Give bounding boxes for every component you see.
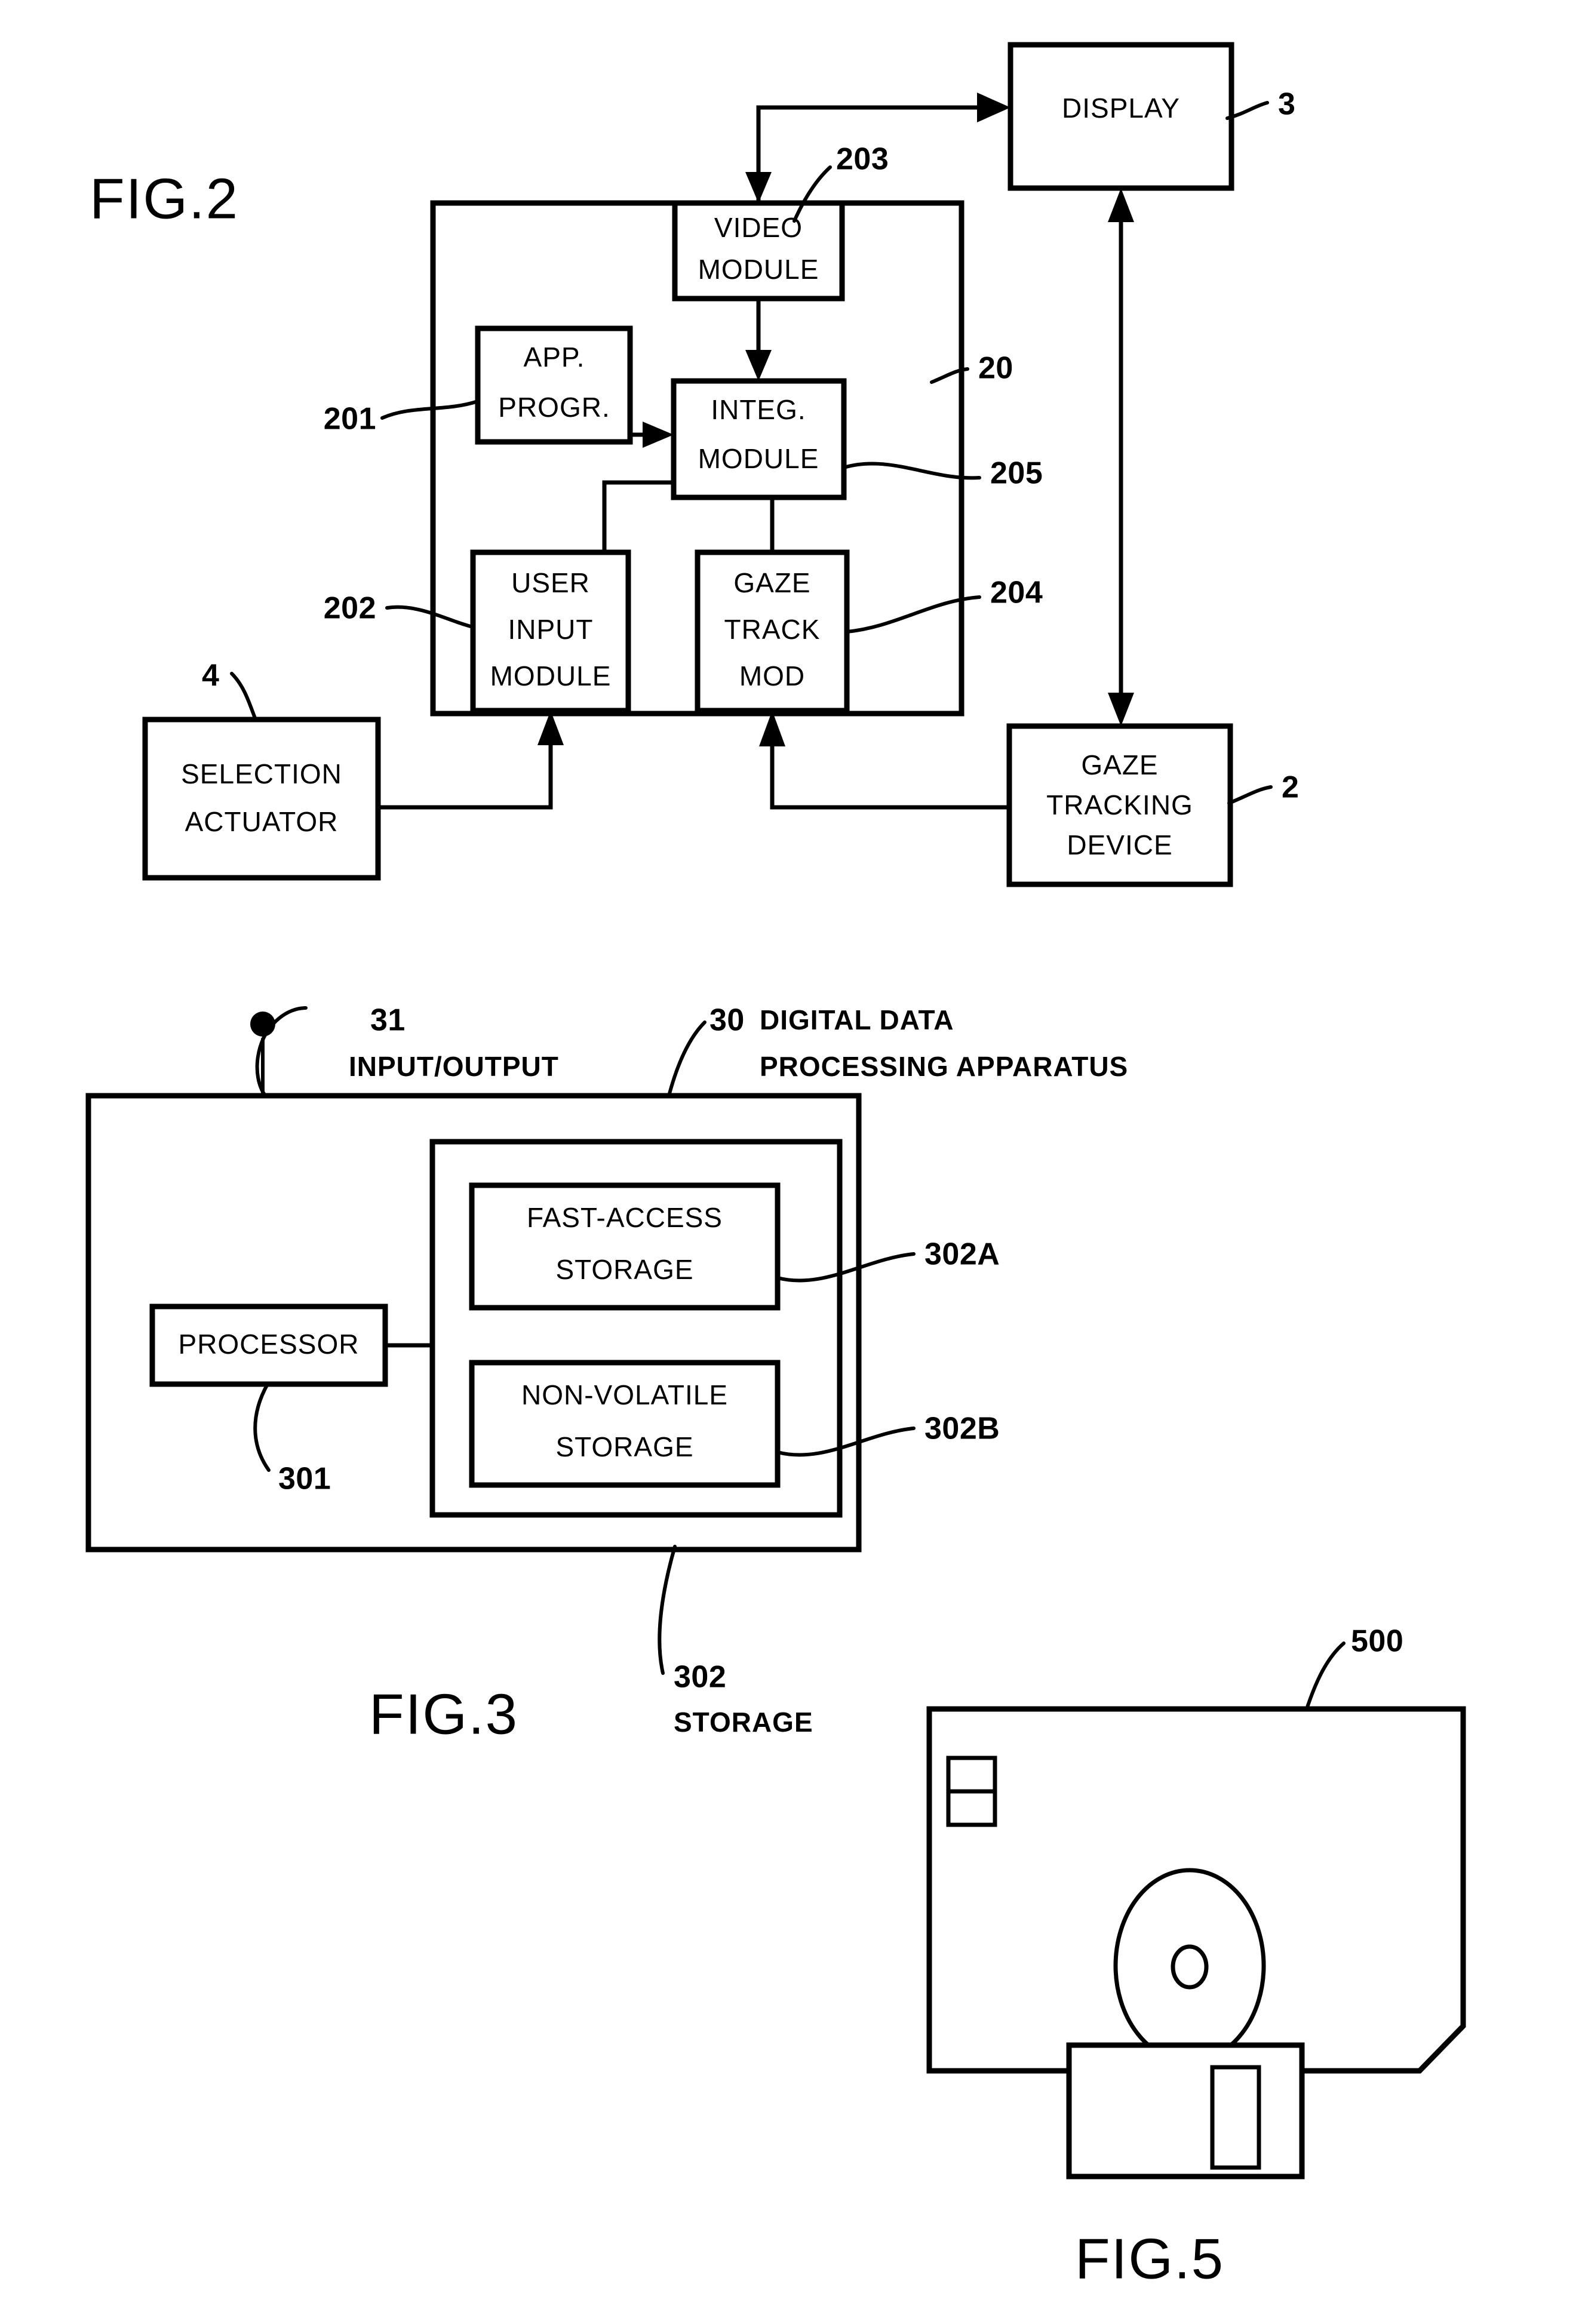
- apparatus-caption-1: DIGITAL DATA: [760, 1004, 954, 1035]
- ref-500-leader: [1305, 1641, 1346, 1711]
- ref-203: 203: [836, 142, 889, 177]
- ref-202: 202: [324, 591, 376, 626]
- shutter: [1066, 2042, 1305, 2179]
- input-output-caption: INPUT/OUTPUT: [349, 1051, 559, 1082]
- user-input-label-3: MODULE: [490, 660, 612, 691]
- non-volatile-label-1: NON-VOLATILE: [521, 1379, 728, 1410]
- gaze-device-label-3: DEVICE: [1067, 829, 1172, 860]
- display-device-arrow-up: [1108, 188, 1134, 222]
- user-input-label-2: INPUT: [508, 614, 594, 645]
- ref-302: 302: [674, 1660, 726, 1695]
- video-module-label-1: VIDEO: [714, 212, 803, 243]
- ref-4-leader: [230, 672, 257, 721]
- gaze-track-label-3: MOD: [739, 660, 805, 691]
- figure-5-group: 500 FIG.5: [926, 1624, 1466, 2291]
- figure-3-group: 31 INPUT/OUTPUT 30 DIGITAL DATA PROCESSI…: [85, 1003, 1128, 1746]
- video-module-label-2: MODULE: [698, 254, 819, 285]
- app-progr-label-2: PROGR.: [498, 392, 610, 423]
- video-to-display-arrowhead: [977, 93, 1010, 122]
- fig3-caption: FIG.3: [369, 1682, 518, 1746]
- processor-label: PROCESSOR: [179, 1329, 360, 1360]
- shutter-window: [1210, 2065, 1261, 2170]
- selection-actuator-label-2: ACTUATOR: [185, 806, 339, 837]
- ref-30-leader: [667, 1020, 707, 1098]
- ref-204: 204: [990, 576, 1043, 610]
- ref-30: 30: [709, 1003, 745, 1038]
- selection-actuator-label-1: SELECTION: [181, 758, 342, 789]
- ref-2-leader: [1227, 785, 1273, 805]
- ref-301: 301: [278, 1462, 331, 1496]
- ref-205: 205: [990, 456, 1043, 491]
- fig2-caption: FIG.2: [90, 167, 239, 230]
- integ-module-label-1: INTEG.: [711, 394, 806, 425]
- ref-20: 20: [978, 351, 1013, 386]
- write-protect-tab-lower: [946, 1789, 997, 1827]
- fast-access-label-2: STORAGE: [555, 1254, 693, 1285]
- write-protect-tab-upper: [946, 1756, 997, 1794]
- gaze-device-label-1: GAZE: [1081, 749, 1158, 780]
- gaze-track-label-2: TRACK: [724, 614, 821, 645]
- fast-access-label-1: FAST-ACCESS: [527, 1202, 723, 1233]
- display-device-arrow-down: [1108, 693, 1134, 726]
- ref-302-leader: [658, 1545, 677, 1675]
- selection-actuator-box: [142, 717, 381, 881]
- ref-302A: 302A: [924, 1237, 1000, 1272]
- hub-hole: [1171, 1944, 1209, 1990]
- integ-module-label-2: MODULE: [698, 443, 819, 474]
- ref-3: 3: [1278, 87, 1295, 122]
- ref-302B: 302B: [924, 1412, 1000, 1446]
- figure-canvas: FIG.2 DISPLAY 3 VIDEO MODULE 203 APP. PR…: [85, 42, 1466, 2291]
- storage-caption: STORAGE: [674, 1707, 813, 1738]
- figure-2-group: FIG.2 DISPLAY 3 VIDEO MODULE 203 APP. PR…: [90, 42, 1299, 887]
- apparatus-caption-2: PROCESSING APPARATUS: [760, 1051, 1128, 1082]
- ref-201: 201: [324, 402, 376, 436]
- non-volatile-label-2: STORAGE: [555, 1431, 693, 1462]
- ref-500: 500: [1351, 1624, 1403, 1659]
- user-input-label-1: USER: [511, 567, 590, 598]
- selection-to-user-input-line: [376, 743, 553, 810]
- gaze-device-label-2: TRACKING: [1046, 789, 1193, 820]
- ref-31: 31: [370, 1003, 406, 1038]
- ref-4: 4: [202, 659, 219, 693]
- display-label: DISPLAY: [1062, 93, 1180, 124]
- ref-2: 2: [1282, 770, 1299, 805]
- gaze-track-label-1: GAZE: [733, 567, 810, 598]
- display-branch-arrowhead: [745, 172, 772, 203]
- device-to-gaze-track-line: [770, 745, 1012, 810]
- fig5-caption: FIG.5: [1075, 2227, 1224, 2291]
- app-progr-label-1: APP.: [524, 342, 585, 373]
- patent-drawing-sheet: FIG.2 DISPLAY 3 VIDEO MODULE 203 APP. PR…: [0, 0, 1585, 2324]
